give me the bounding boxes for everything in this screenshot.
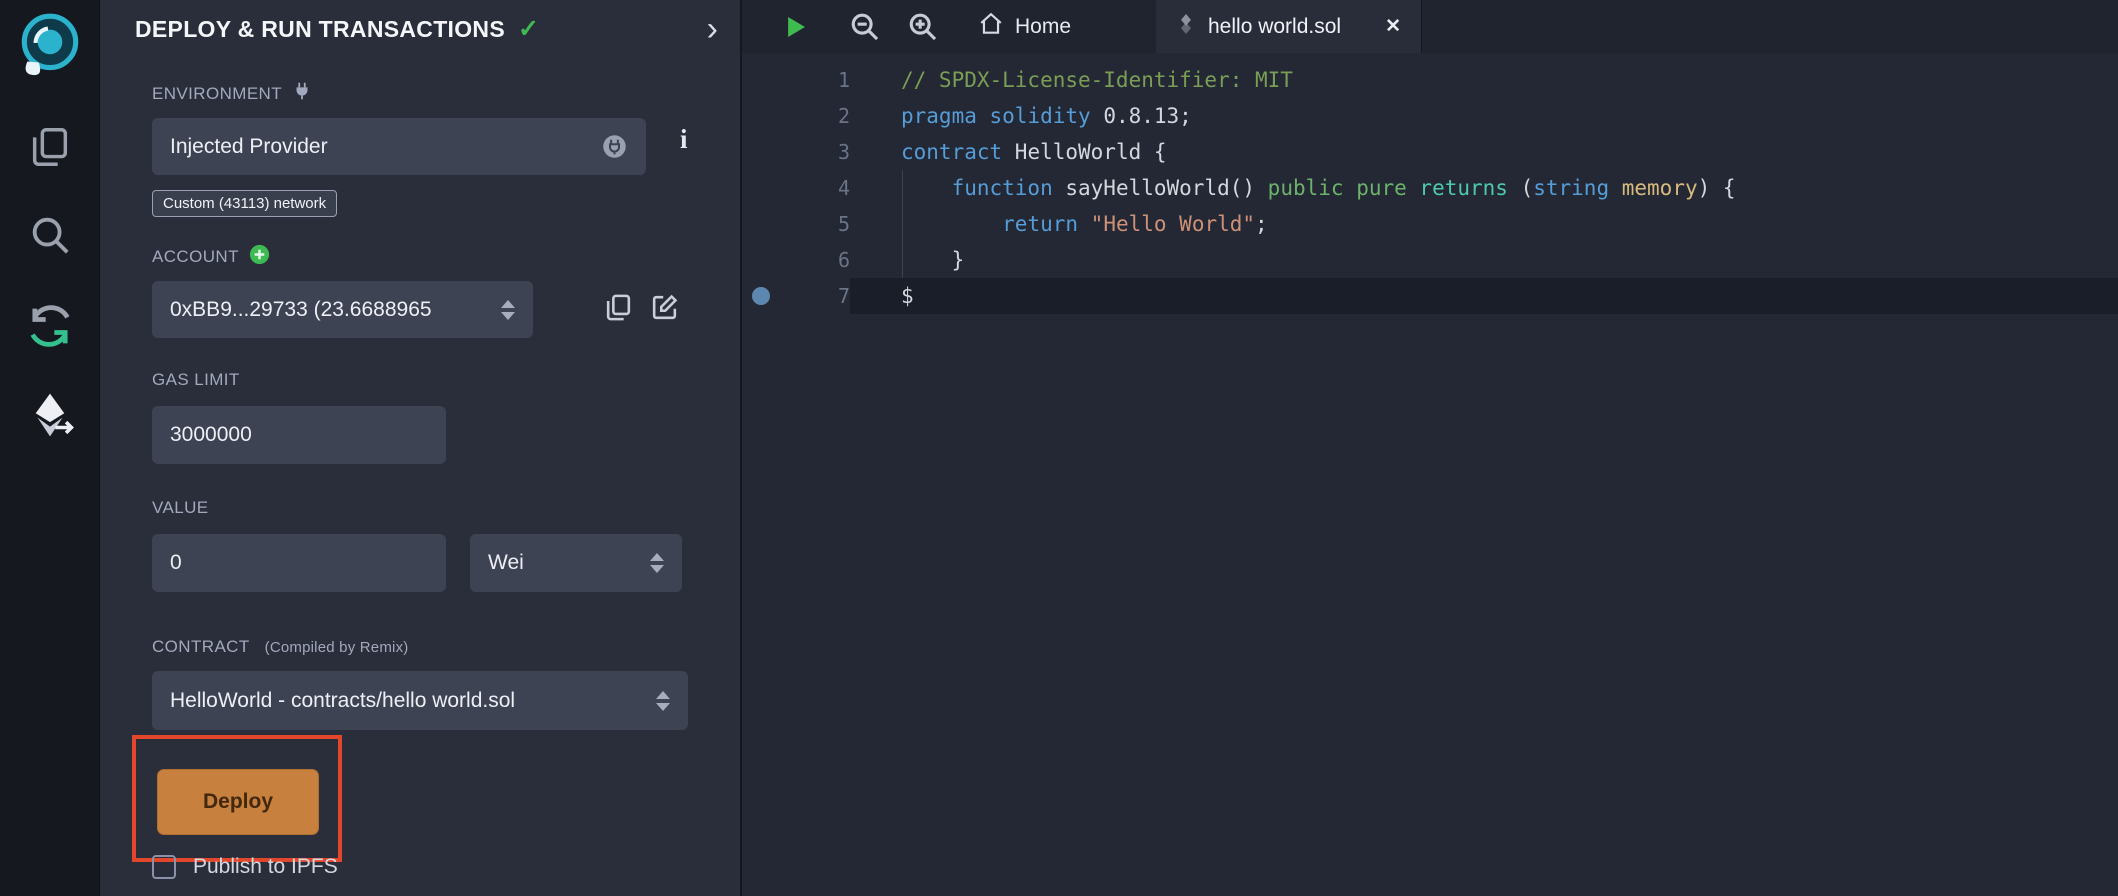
home-icon xyxy=(978,11,1004,43)
contract-value: HelloWorld - contracts/hello world.sol xyxy=(170,689,648,713)
plug-icon xyxy=(291,80,313,107)
account-label: ACCOUNT xyxy=(152,243,271,271)
tab-home[interactable]: Home xyxy=(966,0,1083,53)
contract-select[interactable]: HelloWorld - contracts/hello world.sol xyxy=(152,671,688,730)
publish-row: Publish to IPFS xyxy=(152,855,338,879)
panel-expand-chevron-icon[interactable]: › xyxy=(707,12,718,46)
add-account-icon[interactable] xyxy=(248,243,271,271)
network-badge: Custom (43113) network xyxy=(152,190,337,217)
code-line[interactable]: 2pragma solidity 0.8.13; xyxy=(742,98,2118,134)
gas-limit-input[interactable]: 3000000 xyxy=(152,406,446,464)
account-value: 0xBB9...29733 (23.6688965 xyxy=(170,298,493,322)
account-select[interactable]: 0xBB9...29733 (23.6688965 xyxy=(152,281,533,338)
environment-value: Injected Provider xyxy=(170,135,601,159)
gas-limit-label-text: GAS LIMIT xyxy=(152,370,240,390)
code-line[interactable]: 6 } xyxy=(742,242,2118,278)
editor-tabbar: Home hello world.sol ✕ xyxy=(742,0,2118,53)
contract-sublabel: (Compiled by Remix) xyxy=(265,639,409,656)
value-input[interactable]: 0 xyxy=(152,534,446,592)
remix-logo-icon[interactable] xyxy=(0,8,100,82)
contract-stepper-icon xyxy=(648,691,670,711)
value-label-text: VALUE xyxy=(152,498,209,518)
code-line[interactable]: 7$ xyxy=(742,278,2118,314)
solidity-file-icon xyxy=(1176,13,1196,41)
panel-title: DEPLOY & RUN TRANSACTIONS xyxy=(135,16,505,43)
value-unit: Wei xyxy=(488,551,642,575)
publish-ipfs-label: Publish to IPFS xyxy=(193,855,338,879)
code-text[interactable]: pragma solidity 0.8.13; xyxy=(850,98,2118,134)
value-amount: 0 xyxy=(170,551,182,575)
environment-label-text: ENVIRONMENT xyxy=(152,84,282,104)
remix-ide-window: DEPLOY & RUN TRANSACTIONS ✓ › ENVIRONMEN… xyxy=(0,0,2118,896)
editor-area: Home hello world.sol ✕ 1// SPDX-License-… xyxy=(740,0,2118,896)
deploy-run-panel: DEPLOY & RUN TRANSACTIONS ✓ › ENVIRONMEN… xyxy=(100,0,740,896)
deploy-run-icon[interactable] xyxy=(0,390,100,440)
environment-select[interactable]: Injected Provider xyxy=(152,118,646,175)
line-number[interactable]: 6 xyxy=(742,242,850,278)
deploy-button[interactable]: Deploy xyxy=(157,769,319,835)
breakpoint-dot[interactable] xyxy=(752,287,770,305)
zoom-in-icon[interactable] xyxy=(906,0,940,53)
line-number[interactable]: 1 xyxy=(742,62,850,98)
panel-header: DEPLOY & RUN TRANSACTIONS ✓ › xyxy=(135,12,718,46)
code-text[interactable]: } xyxy=(850,242,2118,278)
line-number[interactable]: 3 xyxy=(742,134,850,170)
code-line[interactable]: 3contract HelloWorld { xyxy=(742,134,2118,170)
tab-file-label: hello world.sol xyxy=(1208,15,1341,39)
gas-limit-label: GAS LIMIT xyxy=(152,370,240,390)
code-text[interactable]: return "Hello World"; xyxy=(850,206,2118,242)
account-stepper-icon xyxy=(493,300,515,320)
icon-sidebar xyxy=(0,0,100,896)
copy-account-icon[interactable] xyxy=(603,292,634,328)
publish-ipfs-checkbox[interactable] xyxy=(152,855,176,879)
zoom-out-icon[interactable] xyxy=(848,0,882,53)
line-number[interactable]: 2 xyxy=(742,98,850,134)
contract-label: CONTRACT (Compiled by Remix) xyxy=(152,637,408,657)
file-explorer-icon[interactable] xyxy=(0,124,100,170)
contract-label-text: CONTRACT xyxy=(152,637,250,657)
line-number[interactable]: 5 xyxy=(742,206,850,242)
search-icon[interactable] xyxy=(0,212,100,258)
gas-limit-value: 3000000 xyxy=(170,423,252,447)
close-tab-icon[interactable]: ✕ xyxy=(1385,15,1401,38)
compiled-check-icon: ✓ xyxy=(518,14,539,44)
tab-home-label: Home xyxy=(1015,15,1071,39)
code-text[interactable]: contract HelloWorld { xyxy=(850,134,2118,170)
code-line[interactable]: 4 function sayHelloWorld() public pure r… xyxy=(742,170,2118,206)
code-line[interactable]: 5 return "Hello World"; xyxy=(742,206,2118,242)
run-script-icon[interactable] xyxy=(780,0,810,53)
tab-hello-world-sol[interactable]: hello world.sol ✕ xyxy=(1156,0,1422,53)
code-editor[interactable]: 1// SPDX-License-Identifier: MIT2pragma … xyxy=(742,53,2118,896)
environment-label: ENVIRONMENT xyxy=(152,80,313,107)
edit-account-icon[interactable] xyxy=(649,292,680,328)
provider-badge-icon xyxy=(601,133,628,160)
value-label: VALUE xyxy=(152,498,209,518)
code-line[interactable]: 1// SPDX-License-Identifier: MIT xyxy=(742,62,2118,98)
environment-info-icon[interactable]: i xyxy=(680,124,688,155)
value-unit-stepper-icon xyxy=(642,553,664,573)
solidity-compiler-icon[interactable] xyxy=(0,300,100,352)
value-unit-select[interactable]: Wei xyxy=(470,534,682,592)
code-text[interactable]: // SPDX-License-Identifier: MIT xyxy=(850,62,2118,98)
annotation-box: Deploy xyxy=(132,735,342,862)
code-text[interactable]: function sayHelloWorld() public pure ret… xyxy=(850,170,2118,206)
code-text[interactable]: $ xyxy=(850,278,2118,314)
line-number[interactable]: 4 xyxy=(742,170,850,206)
account-label-text: ACCOUNT xyxy=(152,247,239,267)
